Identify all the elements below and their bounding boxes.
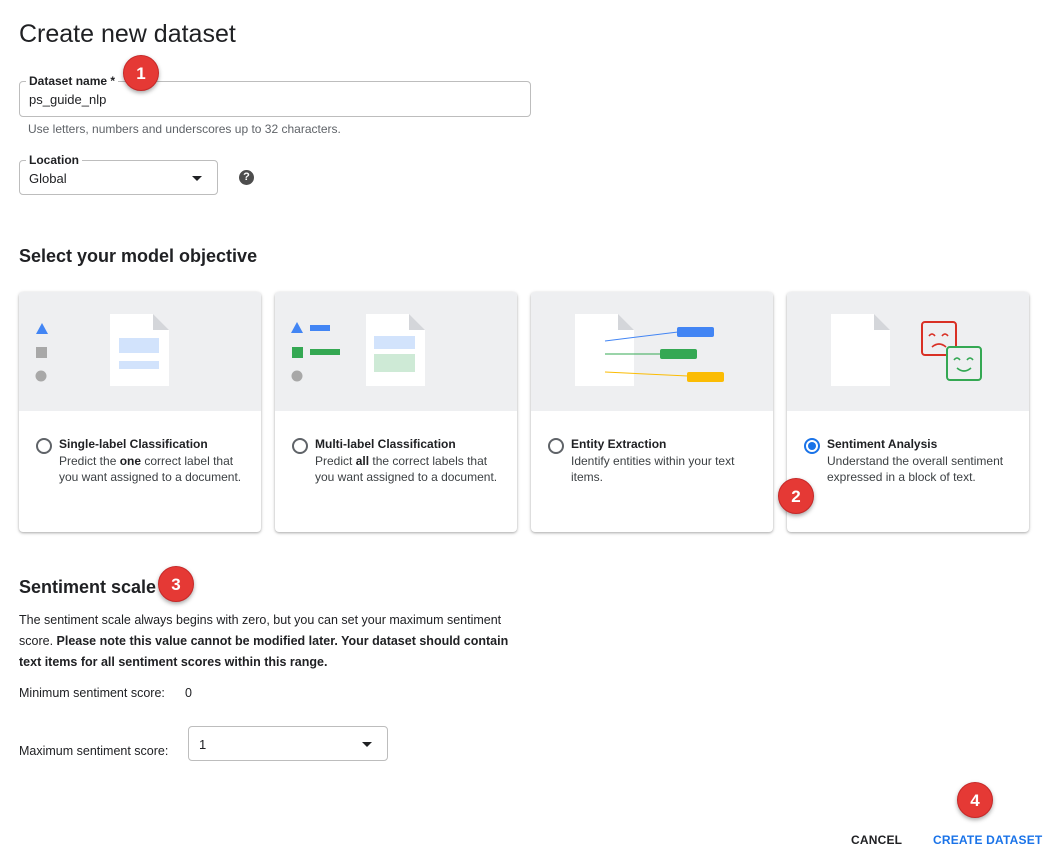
card-description: Predict all the correct labels that you … xyxy=(315,454,498,484)
card-title: Sentiment Analysis xyxy=(827,437,938,451)
step-marker-2: 2 xyxy=(778,478,814,514)
cancel-button[interactable]: CANCEL xyxy=(851,833,902,847)
help-icon[interactable]: ? xyxy=(239,170,254,185)
radio-entity-extraction[interactable] xyxy=(548,438,564,454)
objective-card-entity-extraction[interactable]: Entity Extraction Identify entities with… xyxy=(531,292,773,532)
radio-single-label[interactable] xyxy=(36,438,52,454)
objective-card-single-label[interactable]: Single-label Classification Predict the … xyxy=(19,292,261,532)
single-label-illustration xyxy=(19,292,261,411)
step-marker-4: 4 xyxy=(957,782,993,818)
card-title: Entity Extraction xyxy=(571,437,667,451)
location-label: Location xyxy=(26,152,82,168)
min-score-label: Minimum sentiment score: xyxy=(19,686,165,700)
objective-card-sentiment-analysis[interactable]: Sentiment Analysis Understand the overal… xyxy=(787,292,1029,532)
radio-sentiment-analysis[interactable] xyxy=(804,438,820,454)
max-score-value: 1 xyxy=(199,737,207,752)
dataset-name-input[interactable]: ps_guide_nlp xyxy=(29,92,106,107)
dataset-name-label: Dataset name * xyxy=(26,73,119,89)
multi-label-illustration xyxy=(275,292,517,411)
create-dataset-button[interactable]: CREATE DATASET xyxy=(933,833,1042,847)
card-description: Understand the overall sentiment express… xyxy=(827,454,1004,484)
sentiment-scale-title: Sentiment scale xyxy=(19,577,157,597)
entity-extraction-illustration xyxy=(531,292,773,411)
sentiment-analysis-illustration xyxy=(787,292,1029,411)
page-title: Create new dataset xyxy=(19,20,236,48)
objective-section-title: Select your model objective xyxy=(19,246,258,266)
sentiment-scale-description: The sentiment scale always begins with z… xyxy=(19,613,509,669)
card-title: Multi-label Classification xyxy=(315,437,456,451)
max-score-label: Maximum sentiment score: xyxy=(19,744,169,758)
card-description: Predict the one correct label that you w… xyxy=(59,454,242,484)
objective-card-multi-label[interactable]: Multi-label Classification Predict all t… xyxy=(275,292,517,532)
step-marker-3: 3 xyxy=(158,566,194,602)
radio-multi-label[interactable] xyxy=(292,438,308,454)
location-select[interactable]: Location Global xyxy=(19,152,218,195)
dataset-name-hint: Use letters, numbers and underscores up … xyxy=(28,122,341,136)
location-value: Global xyxy=(29,171,67,186)
max-score-select[interactable]: 1 xyxy=(188,726,388,761)
dataset-name-field[interactable]: Dataset name * ps_guide_nlp xyxy=(19,73,531,117)
chevron-down-icon xyxy=(192,176,202,181)
card-description: Identify entities within your text items… xyxy=(571,454,735,484)
card-title: Single-label Classification xyxy=(59,437,208,451)
min-score-value: 0 xyxy=(185,686,192,700)
step-marker-1: 1 xyxy=(123,55,159,91)
chevron-down-icon xyxy=(362,742,372,747)
